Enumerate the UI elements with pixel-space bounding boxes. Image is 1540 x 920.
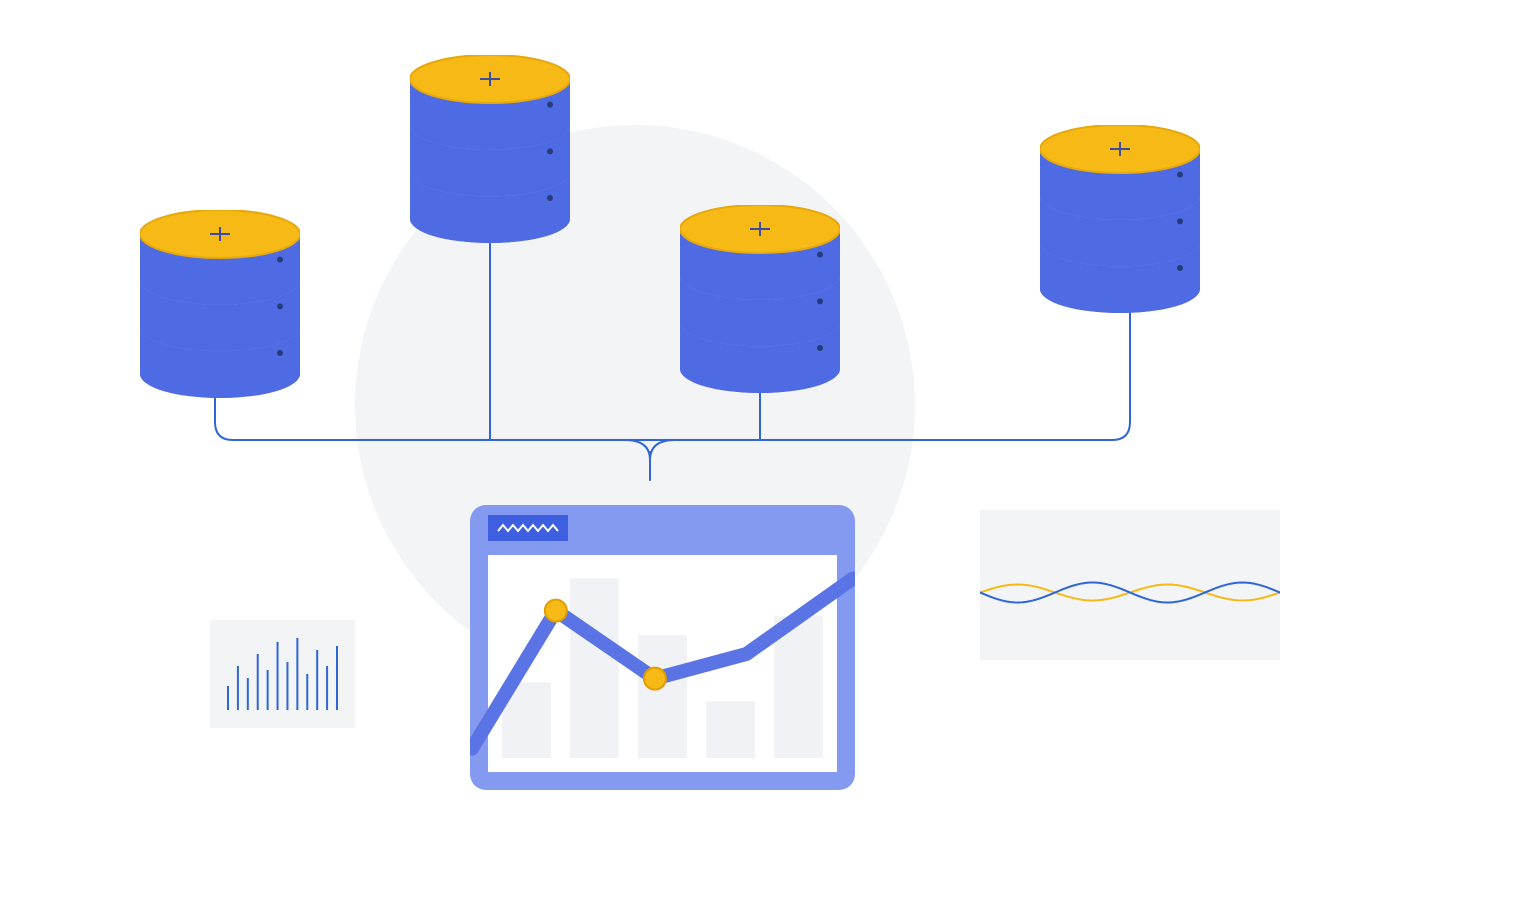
database-cylinder-icon [140, 210, 300, 398]
wave-chart-icon [980, 510, 1280, 660]
dashboard-window [470, 505, 855, 790]
mini-bar-chart-icon [210, 620, 355, 728]
wave-chart-panel [980, 510, 1280, 660]
database-cylinder-icon [1040, 125, 1200, 313]
database-cylinder-icon [680, 205, 840, 393]
mini-bar-chart-panel [210, 620, 355, 728]
diagram-stage [0, 0, 1540, 920]
database-cylinder-icon [410, 55, 570, 243]
